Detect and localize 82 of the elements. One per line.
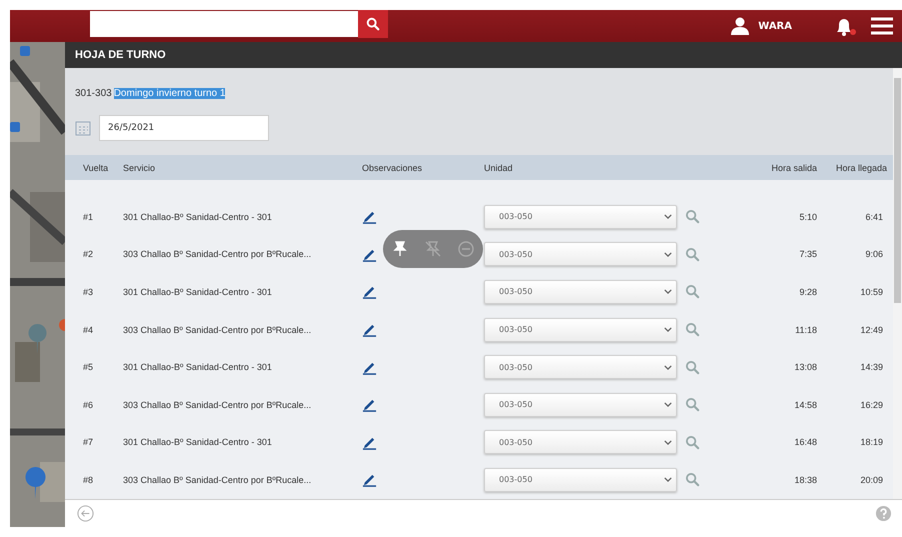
table-cell: 18:19 [860,437,883,448]
table-cell: #5 [83,362,94,372]
table-cell: 10:59 [860,286,883,297]
calendar-icon[interactable] [75,120,91,136]
search-icon[interactable] [685,322,700,338]
table-cell: 16:29 [860,400,883,410]
table-cell: 7:35 [799,249,817,260]
search-icon[interactable] [685,397,700,412]
back-icon[interactable] [77,505,94,522]
search-icon[interactable] [685,360,700,375]
table-cell: 14:39 [860,362,883,372]
table-cell: 303 Challao Bº Sanidad-Centro por BºRucale... [123,400,312,410]
table-cell: 301 Challao-Bº Sanidad-Centro - 301 [123,212,272,222]
chevron-icon [664,440,672,445]
scrollbar-thumb[interactable] [894,78,901,303]
help-icon[interactable] [875,505,892,522]
table-cell: #2 [83,249,94,260]
table-cell: 301 Challao-Bº Sanidad-Centro - 301 [123,286,272,297]
table-cell: 11:18 [795,324,817,335]
unit-dropdown[interactable]: 003-050 [484,468,677,492]
pencil-icon[interactable] [362,472,377,488]
schedule-code: 301-303 [75,88,112,99]
table-cell: 303 Challao Bº Sanidad-Centro por BºRucale... [123,474,312,485]
table-cell: 18:38 [794,474,817,485]
table-cell: 5:10 [799,212,817,222]
table-cell: #4 [83,324,94,335]
table-cell: 301 Challao-Bº Sanidad-Centro - 301 [123,437,272,448]
table-cell: 20:09 [860,474,883,485]
pencil-icon[interactable] [362,397,377,412]
table-cell: #8 [83,474,94,485]
pencil-icon[interactable] [362,322,377,338]
chevron-icon [664,477,672,482]
table-cell: 9:06 [865,249,883,260]
unit-dropdown[interactable]: 003-050 [484,242,677,266]
table-cell: 13:08 [794,362,817,372]
table-cell: 6:41 [865,212,883,222]
chevron-icon [664,364,672,370]
pencil-icon[interactable] [362,284,377,300]
table-cell: 301 Challao-Bº Sanidad-Centro - 301 [123,362,272,372]
unit-dropdown[interactable]: 003-050 [484,355,677,380]
table-cell: 14:58 [794,400,817,410]
column-header: Servicio [123,162,156,172]
unit-dropdown[interactable]: 003-050 [484,204,677,229]
column-header: Hora salida [770,162,817,172]
table-cell: 303 Challao Bº Sanidad-Centro por BºRucale... [123,249,312,260]
window-title: HOJA DE TURNO [65,42,902,68]
table-cell: 303 Challao Bº Sanidad-Centro por BºRucale... [123,324,312,335]
pencil-icon[interactable] [362,209,377,224]
search-icon[interactable] [685,472,700,488]
table-cell: 9:28 [799,286,817,297]
table-cell: 16:48 [794,437,817,448]
chevron-icon [664,402,672,408]
table-cell: #7 [83,437,94,448]
chevron-icon [664,289,672,294]
column-header: Unidad [484,162,514,172]
schedule-name: Domingo invierno turno 1 [114,88,226,99]
search-icon[interactable] [685,284,700,300]
chevron-icon [664,327,672,332]
table-cell: 12:49 [860,324,883,335]
column-header: Hora llegada [834,162,888,172]
user-icon[interactable] [730,17,750,35]
search-icon[interactable] [685,246,700,262]
search-field[interactable] [90,11,358,37]
search-icon [366,17,380,31]
unit-dropdown[interactable]: 003-050 [484,318,677,342]
unit-dropdown[interactable]: 003-050 [484,392,677,417]
unit-dropdown[interactable]: 003-050 [484,430,677,454]
column-header: Observaciones [362,162,424,172]
unit-dropdown[interactable]: 003-050 [484,280,677,304]
bell-icon[interactable] [834,16,858,36]
chevron-icon [664,214,672,220]
table-cell: #3 [83,286,94,297]
menu-icon[interactable] [870,16,894,36]
date-field[interactable]: 26/5/2021 [99,115,269,141]
user-name: WARA [758,20,792,32]
search-icon[interactable] [685,434,700,450]
search-icon[interactable] [685,209,700,224]
search-button[interactable] [358,10,388,38]
column-header: Vuelta [82,162,110,172]
table-cell: #1 [83,212,94,222]
table-cell: #6 [83,400,94,410]
chevron-icon [664,252,672,257]
